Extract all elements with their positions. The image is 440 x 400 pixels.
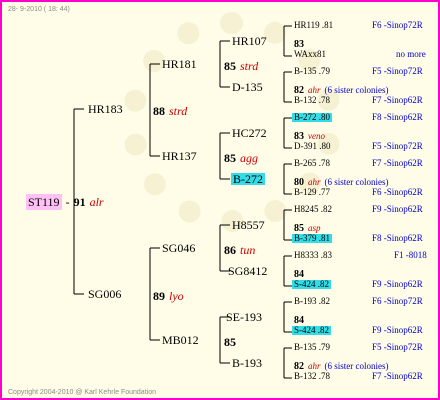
gen4-block-8-note: (6 sister colonies) — [324, 361, 389, 371]
gen2-queen-2[interactable]: HR137 — [162, 150, 197, 162]
root-race: alr — [89, 195, 104, 209]
gen4-block-8-sire[interactable]: B-135 .79 — [294, 343, 330, 352]
gen4-block-8-race: ahr — [308, 361, 321, 371]
gen2-queen-3-race: tun — [240, 243, 256, 257]
gen4-block-5-race: asp — [308, 223, 321, 233]
gen3-queen-2[interactable]: D-135 — [232, 81, 263, 93]
gen4-block-5-src3: F8 -Sinop62R — [372, 233, 423, 243]
gen4-block-3-sire[interactable]: B-272 .80 — [292, 113, 332, 122]
gen4-block-7-sire[interactable]: B-193 .82 — [294, 297, 330, 306]
gen4-block-3-src3: F5 -Sinop72R — [372, 141, 423, 151]
copyright-footer: Copyright 2004-2010 @ Karl Kehrle Founda… — [8, 389, 156, 396]
gen4-block-8-dam[interactable]: B-132 .78 — [294, 372, 330, 381]
gen4-block-4-src1: F7 -Sinop62R — [372, 158, 423, 168]
gen3-queen-4[interactable]: B-272 — [231, 173, 265, 185]
gen4-block-4-dam[interactable]: B-129 .77 — [294, 188, 330, 197]
root-num: 91 — [73, 195, 86, 209]
gen4-block-6-src1: F1 -8018 — [394, 250, 427, 260]
root-queen[interactable]: ST119 - 91 alr — [26, 194, 104, 210]
gen4-block-4-note: (6 sister colonies) — [324, 177, 389, 187]
root-dash: - — [65, 195, 70, 209]
gen2-queen-1[interactable]: HR181 — [162, 58, 197, 70]
gen4-block-3-dam[interactable]: D-391 .80 — [294, 142, 331, 151]
gen1-queen-2-race: lyo — [169, 289, 184, 303]
gen4-block-4-race: ahr — [308, 177, 321, 187]
gen1-queen-2-num: 89 — [153, 289, 165, 303]
gen4-block-8-src3: F7 -Sinop62R — [372, 371, 423, 381]
gen4-block-1-sire[interactable]: HR119 .81 — [294, 21, 333, 30]
gen4-block-2-sire[interactable]: B-135 .79 — [294, 67, 330, 76]
gen4-block-2-src3: F7 -Sinop62R — [372, 95, 423, 105]
gen4-block-6-src3: F9 -Sinop62R — [372, 279, 423, 289]
gen4-block-7-src1: F6 -Sinop72R — [372, 296, 423, 306]
gen4-block-4-sire[interactable]: B-265 .78 — [294, 159, 330, 168]
gen4-block-2-dam[interactable]: B-132 .78 — [294, 96, 330, 105]
gen4-block-2-src1: F5 -Sinop72R — [372, 66, 423, 76]
pedigree-frame: { "header": { "date": "28- 9-2010 ( 18: … — [0, 0, 440, 400]
gen4-block-3-src1: F8 -Sinop62R — [372, 112, 423, 122]
gen3-queen-3-info: 85 agg — [224, 150, 258, 166]
gen1-queen-2[interactable]: SG006 — [88, 288, 121, 300]
gen4-block-3-race: veno — [308, 131, 325, 141]
gen2-queen-3-num: 86 — [224, 243, 236, 257]
gen1-queen-1[interactable]: HR183 — [88, 103, 123, 115]
gen4-block-5-src1: F9 -Sinop62R — [372, 204, 423, 214]
gen4-block-5-dam[interactable]: B-379 .81 — [292, 234, 332, 243]
gen2-queen-4[interactable]: MB012 — [162, 334, 199, 346]
gen1-queen-2-info: 89 lyo — [153, 288, 184, 304]
gen2-queen-4-num: 85 — [224, 335, 236, 349]
gen4-block-2-race: ahr — [308, 85, 321, 95]
gen3-queen-3-race: agg — [240, 151, 258, 165]
gen3-queen-5[interactable]: H8557 — [232, 219, 265, 231]
gen2-queen-4-info: 85 — [224, 334, 236, 350]
gen3-queen-7[interactable]: SE-193 — [226, 311, 262, 323]
gen2-queen-1-info: 88 strd — [153, 103, 187, 119]
gen2-queen-3[interactable]: SG046 — [162, 242, 195, 254]
gen2-queen-1-num: 88 — [153, 104, 165, 118]
gen2-queen-1-child-info: 85 strd — [224, 58, 258, 74]
gen4-block-6-dam[interactable]: S-424 .82 — [292, 280, 332, 289]
gen4-block-8-src1: F5 -Sinop72R — [372, 342, 423, 352]
gen3-queen-1-num: 85 — [224, 59, 236, 73]
gen3-queen-3[interactable]: HC272 — [232, 127, 267, 139]
gen4-block-1-src1: F6 -Sinop72R — [372, 20, 423, 30]
gen4-block-2-note: (6 sister colonies) — [324, 85, 389, 95]
gen3-queen-3-num: 85 — [224, 151, 236, 165]
gen3-queen-1-race: strd — [240, 59, 259, 73]
gen4-block-6-sire[interactable]: H8333 .83 — [294, 251, 332, 260]
gen4-block-1-src3: no more — [396, 49, 426, 59]
gen3-queen-6[interactable]: SG8412 — [228, 265, 267, 277]
gen4-block-4-src3: F6 -Sinop62R — [372, 187, 423, 197]
gen4-block-1-dam[interactable]: WAxx81 — [294, 50, 326, 59]
gen2-queen-3-info: 86 tun — [224, 242, 255, 258]
gen2-queen-1-race: strd — [169, 104, 188, 118]
gen4-block-5-sire[interactable]: H8245 .82 — [294, 205, 332, 214]
gen3-queen-8[interactable]: B-193 — [232, 357, 262, 369]
root-id: ST119 — [26, 194, 62, 210]
gen3-queen-1[interactable]: HR107 — [232, 35, 267, 47]
gen4-block-7-src3: F9 -Sinop62R — [372, 325, 423, 335]
gen4-block-7-dam[interactable]: S-424 .82 — [292, 326, 332, 335]
